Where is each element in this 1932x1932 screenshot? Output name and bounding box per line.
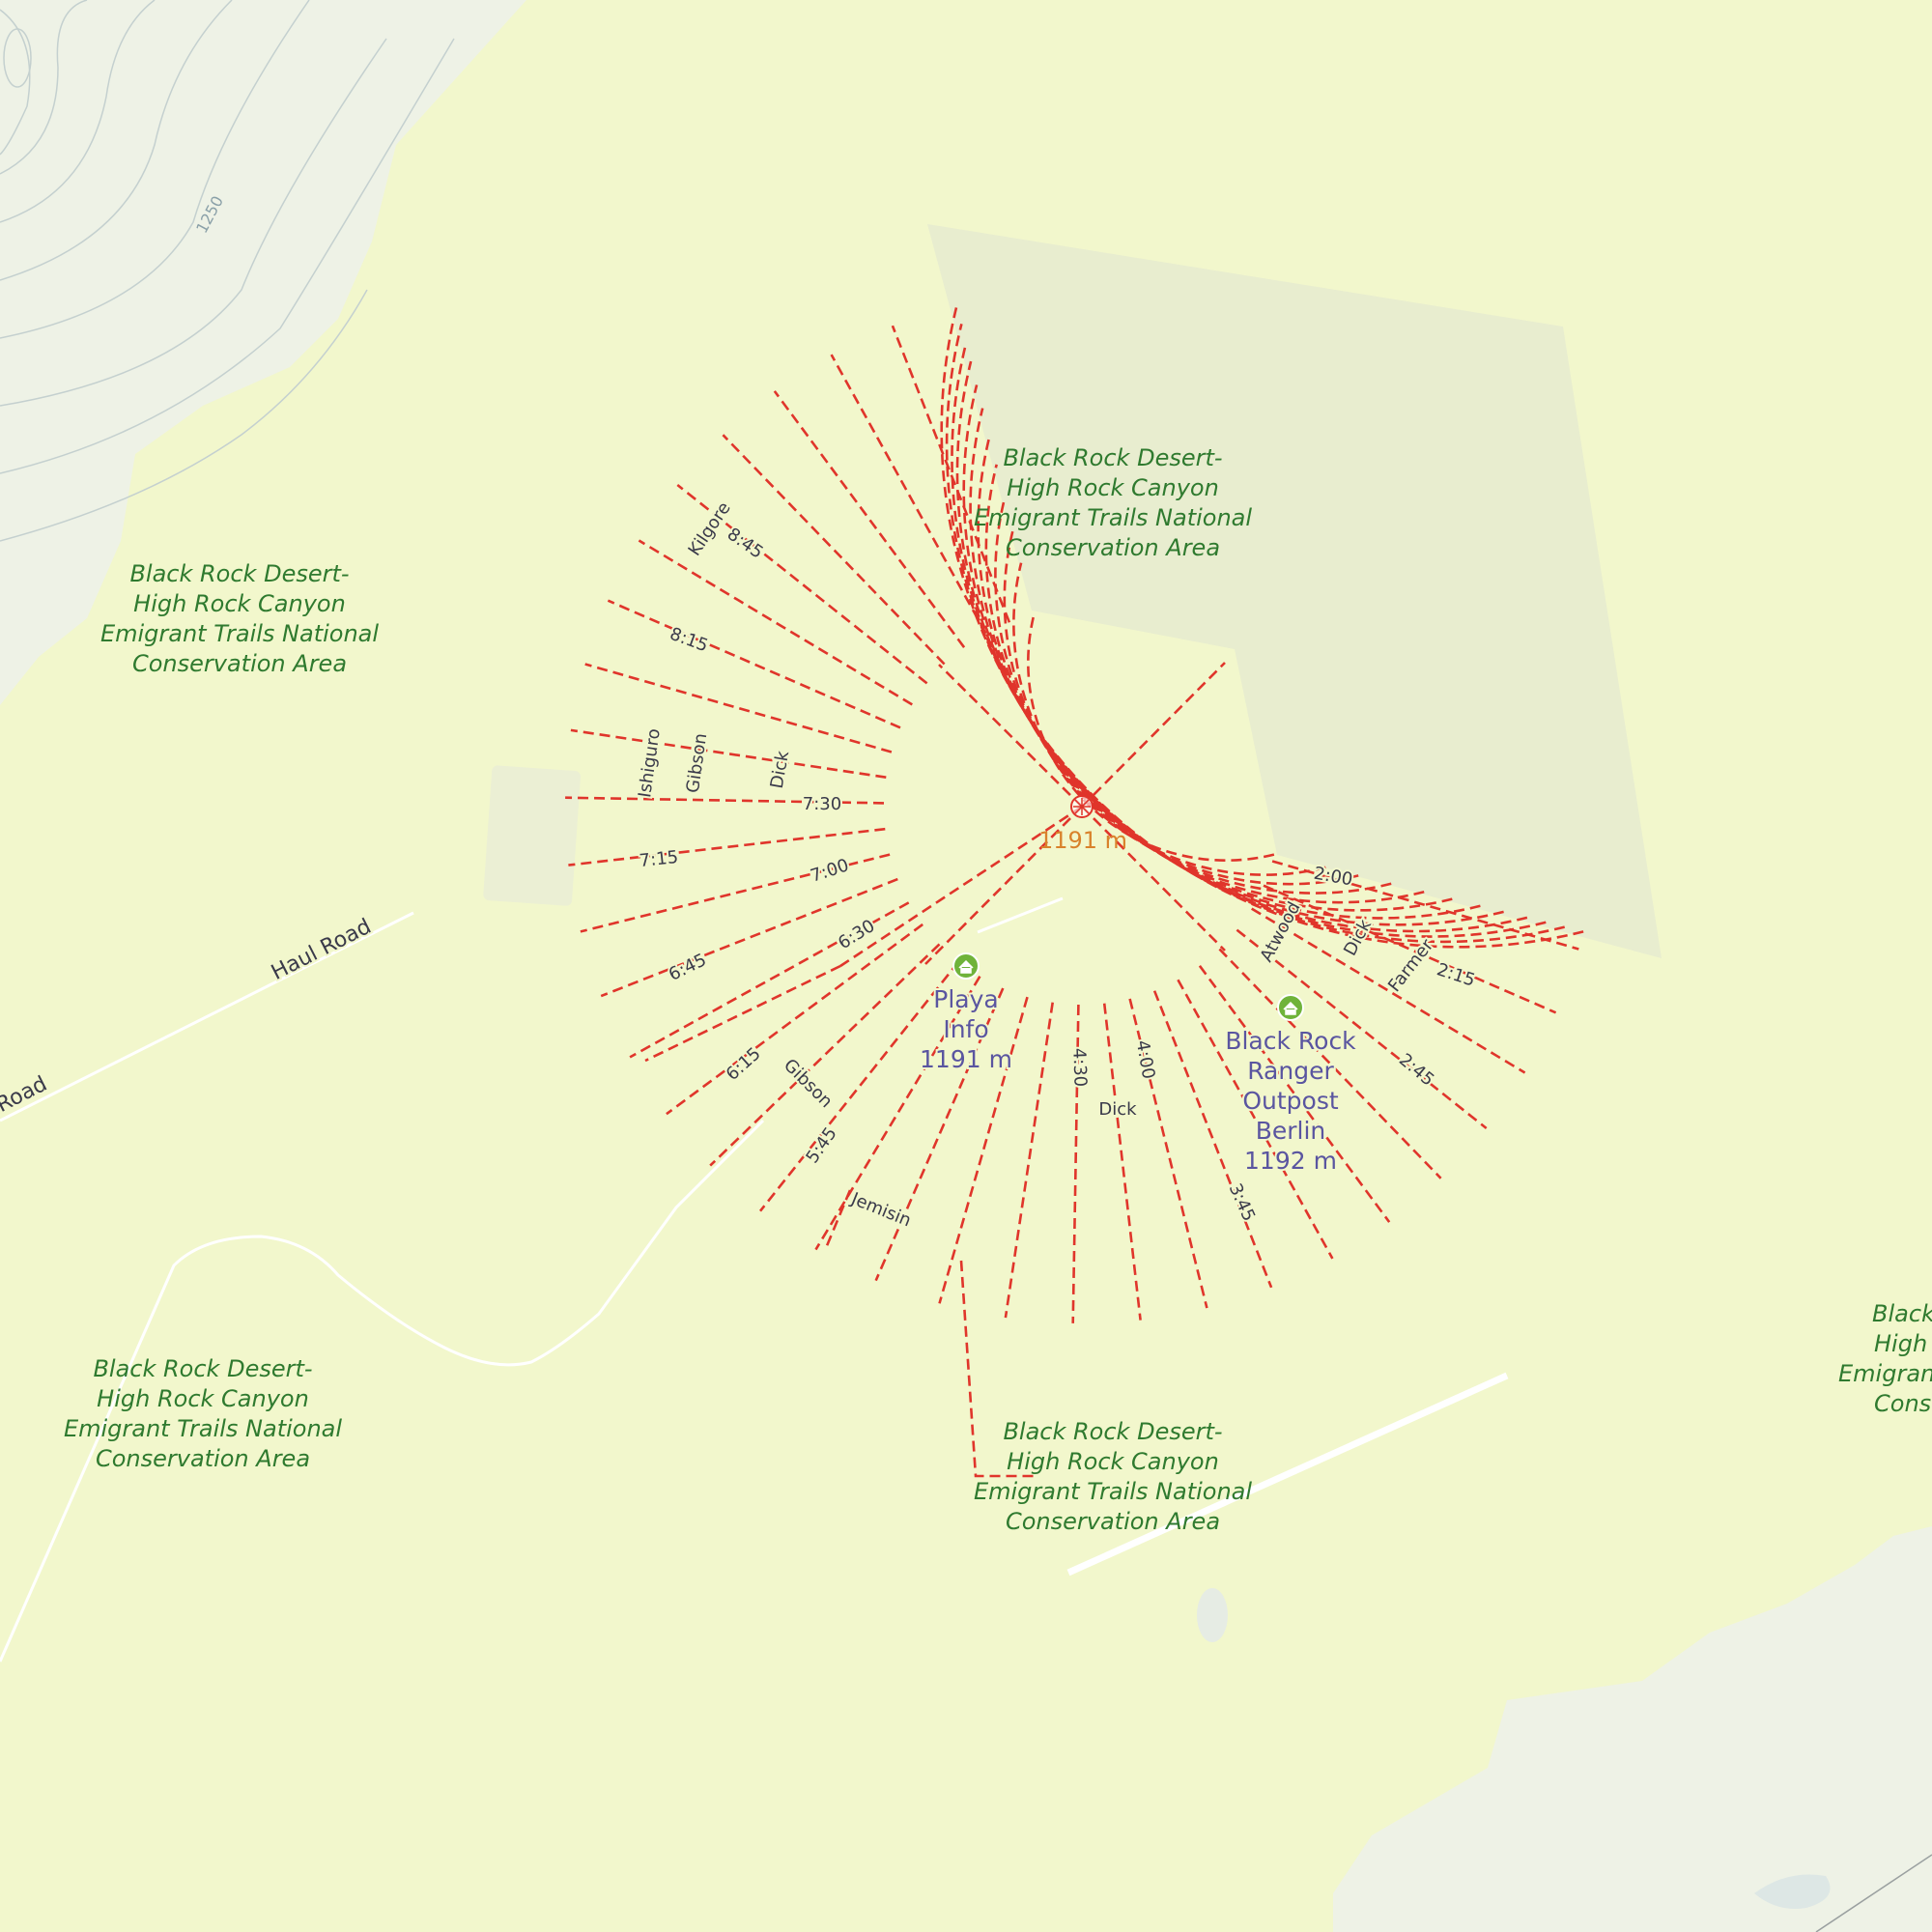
road-label-haul-road: Haul Road xyxy=(268,915,375,985)
playa-patch xyxy=(483,765,582,906)
street-label: 2:15 xyxy=(1435,959,1478,990)
street-label: 8:45 xyxy=(724,524,767,562)
street-label: 6:45 xyxy=(666,950,710,985)
radial-street[interactable] xyxy=(638,539,913,706)
map-canvas[interactable]: 1250 1191 m Playa Info 1191 m Black Rock Ra… xyxy=(0,0,1932,1932)
poi-label-line: Outpost xyxy=(1242,1087,1339,1115)
radial-street[interactable] xyxy=(607,599,901,729)
street-label: Ishiguro xyxy=(635,727,665,799)
street-label: Gibson xyxy=(780,1055,837,1112)
street-label: Dick xyxy=(1098,1099,1137,1120)
mountain-area-southeast xyxy=(1343,1526,1932,1932)
poi-label-line: 1192 m xyxy=(1244,1147,1337,1175)
radial-street[interactable] xyxy=(584,663,893,753)
street-label: 3:45 xyxy=(1225,1180,1260,1224)
area-label-nca-west: Black Rock Desert-High Rock Canyon Emigra… xyxy=(100,560,379,677)
street-label: Jemisin xyxy=(847,1188,914,1231)
promenade[interactable] xyxy=(1081,662,1226,808)
street-label: 5:45 xyxy=(802,1123,840,1167)
street-label: Kilgore xyxy=(684,498,734,559)
street-label: 6:15 xyxy=(723,1043,765,1085)
street-label: 8:15 xyxy=(668,624,711,657)
poi-label-line: Black Rock xyxy=(1225,1027,1356,1055)
street-label: Gibson xyxy=(683,732,711,795)
poi-label-line: 1191 m xyxy=(920,1045,1012,1073)
poi-label-line: Playa xyxy=(933,985,998,1013)
street-label: 7:30 xyxy=(803,794,841,814)
street-label: 4:30 xyxy=(1068,1047,1090,1087)
poi-label-line: Info xyxy=(943,1015,988,1043)
road-segment[interactable] xyxy=(977,896,1064,934)
street-label: 7:15 xyxy=(639,847,679,871)
street-label: 7:00 xyxy=(808,855,851,886)
street-label: Dick xyxy=(767,749,794,790)
center-elevation: 1191 m xyxy=(1038,827,1127,854)
access-road[interactable] xyxy=(824,1189,852,1249)
radial-street[interactable] xyxy=(758,960,960,1212)
svg-text:PlayaInfo1191 m: Playa Info 1191 m xyxy=(920,985,1012,1073)
svg-text:Black RockRangerOutpostBerlin1: Black Rock Ranger Outpost Berlin 1192 m xyxy=(1225,1027,1356,1175)
street-label: 4:00 xyxy=(1132,1038,1159,1080)
poi-label-line: Ranger xyxy=(1247,1057,1334,1085)
street-label: 6:30 xyxy=(835,916,878,953)
poi-label-line: Berlin xyxy=(1256,1117,1326,1145)
pond xyxy=(1197,1588,1228,1642)
poi-playa-info[interactable]: Playa Info 1191 m xyxy=(918,952,1014,1075)
area-label-nca-east: BlackHighEmigrantConse xyxy=(1838,1300,1932,1417)
road-label-road: Road xyxy=(0,1072,51,1118)
area-label-nca-southwest: Black Rock Desert-High Rock Canyon Emigra… xyxy=(64,1355,342,1472)
